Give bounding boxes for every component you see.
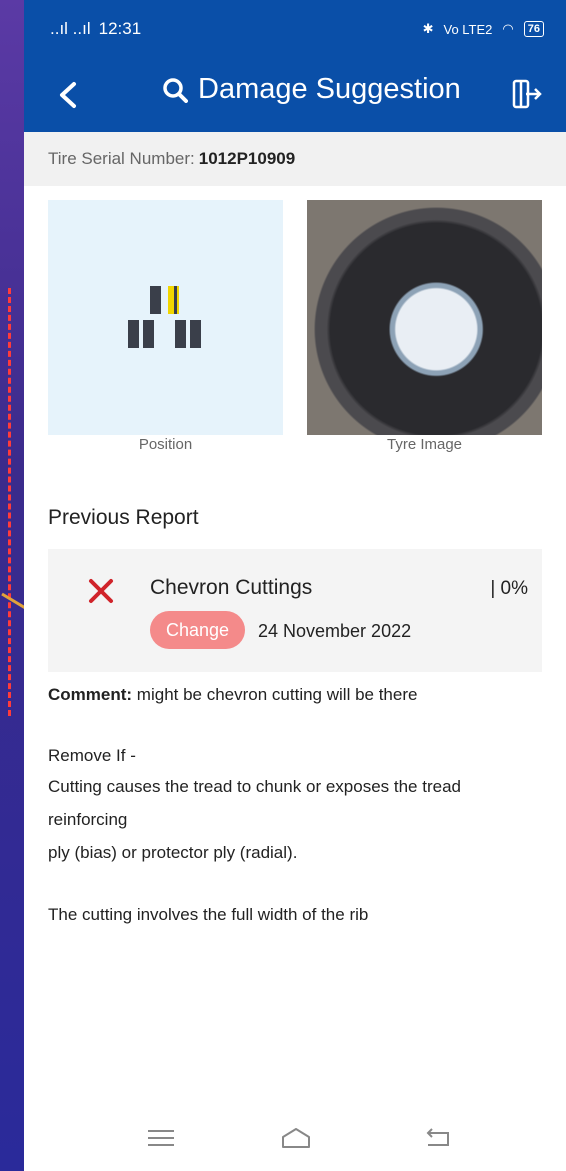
bluetooth-icon: ✱ — [422, 21, 434, 36]
tire-position-diagram — [128, 286, 201, 348]
tire-front-left — [150, 286, 161, 314]
guidance-line-4: The cutting involves the full width of t… — [48, 905, 369, 924]
position-diagram[interactable] — [48, 200, 283, 435]
network-indicator: Vo LTE2 — [443, 21, 493, 37]
change-button[interactable]: Change — [150, 611, 246, 649]
position-caption: Position — [138, 436, 193, 453]
tire-rear-right-outer — [190, 320, 201, 348]
chevron-left-icon[interactable] — [54, 76, 84, 114]
back-nav-icon[interactable] — [420, 1125, 454, 1151]
previous-report-heading: Previous Report — [48, 506, 199, 529]
comment-label: Comment: — [48, 685, 133, 704]
report-date: 24 November 2022 — [258, 621, 412, 641]
tire-rear-left-inner — [143, 320, 154, 348]
signal-indicator: ..ıl ..ıl — [50, 19, 91, 38]
tire-rear-left-outer — [128, 320, 139, 348]
serial-number-bar: Tire Serial Number: 1012P10909 — [24, 132, 566, 186]
serial-value: 1012P10909 — [198, 149, 296, 168]
serial-label: Tire Serial Number: — [48, 149, 195, 168]
comment: Comment: might be chevron cutting will b… — [48, 683, 417, 706]
app-bar: Damage Suggestion — [24, 58, 566, 132]
backdrop-left-strip — [0, 0, 24, 1171]
status-bar: ..ıl ..ıl 12:31 ✱ Vo LTE2 ◠ 76 — [24, 0, 566, 58]
page-title: Damage Suggestion — [198, 73, 461, 105]
guidance-line-3: ply (bias) or protector ply (radial). — [48, 843, 298, 862]
tire-front-right-highlighted — [168, 286, 179, 314]
damage-name: Chevron Cuttings — [150, 576, 313, 599]
tyre-image[interactable] — [307, 200, 542, 435]
battery-indicator: 76 — [523, 21, 544, 37]
system-nav-bar — [24, 1111, 566, 1171]
exit-icon[interactable] — [510, 76, 544, 112]
tyre-image-caption: Tyre Image — [386, 436, 463, 453]
status-time: 12:31 — [98, 19, 142, 38]
menu-icon[interactable] — [144, 1125, 178, 1151]
image-section: Position Tyre Image — [24, 186, 566, 454]
close-icon — [89, 579, 113, 603]
guidance-line-1: Cutting causes the tread to chunk or exp… — [48, 777, 461, 796]
tire-highlight-edge — [174, 286, 177, 314]
tire-rear-right-inner — [175, 320, 186, 348]
home-icon[interactable] — [279, 1125, 313, 1151]
search-icon — [163, 77, 188, 103]
report-card: Chevron Cuttings | 0% Change 24 November… — [48, 549, 542, 672]
guidance-line-2: reinforcing — [48, 810, 128, 829]
phone-screen: ..ıl ..ıl 12:31 ✱ Vo LTE2 ◠ 76 Damage Su… — [24, 0, 566, 1171]
wifi-icon: ◠ — [502, 21, 514, 36]
remove-if-label: Remove If - — [48, 746, 136, 765]
damage-percent: | 0% — [490, 578, 528, 599]
comment-text: might be chevron cutting will be there — [136, 685, 418, 704]
